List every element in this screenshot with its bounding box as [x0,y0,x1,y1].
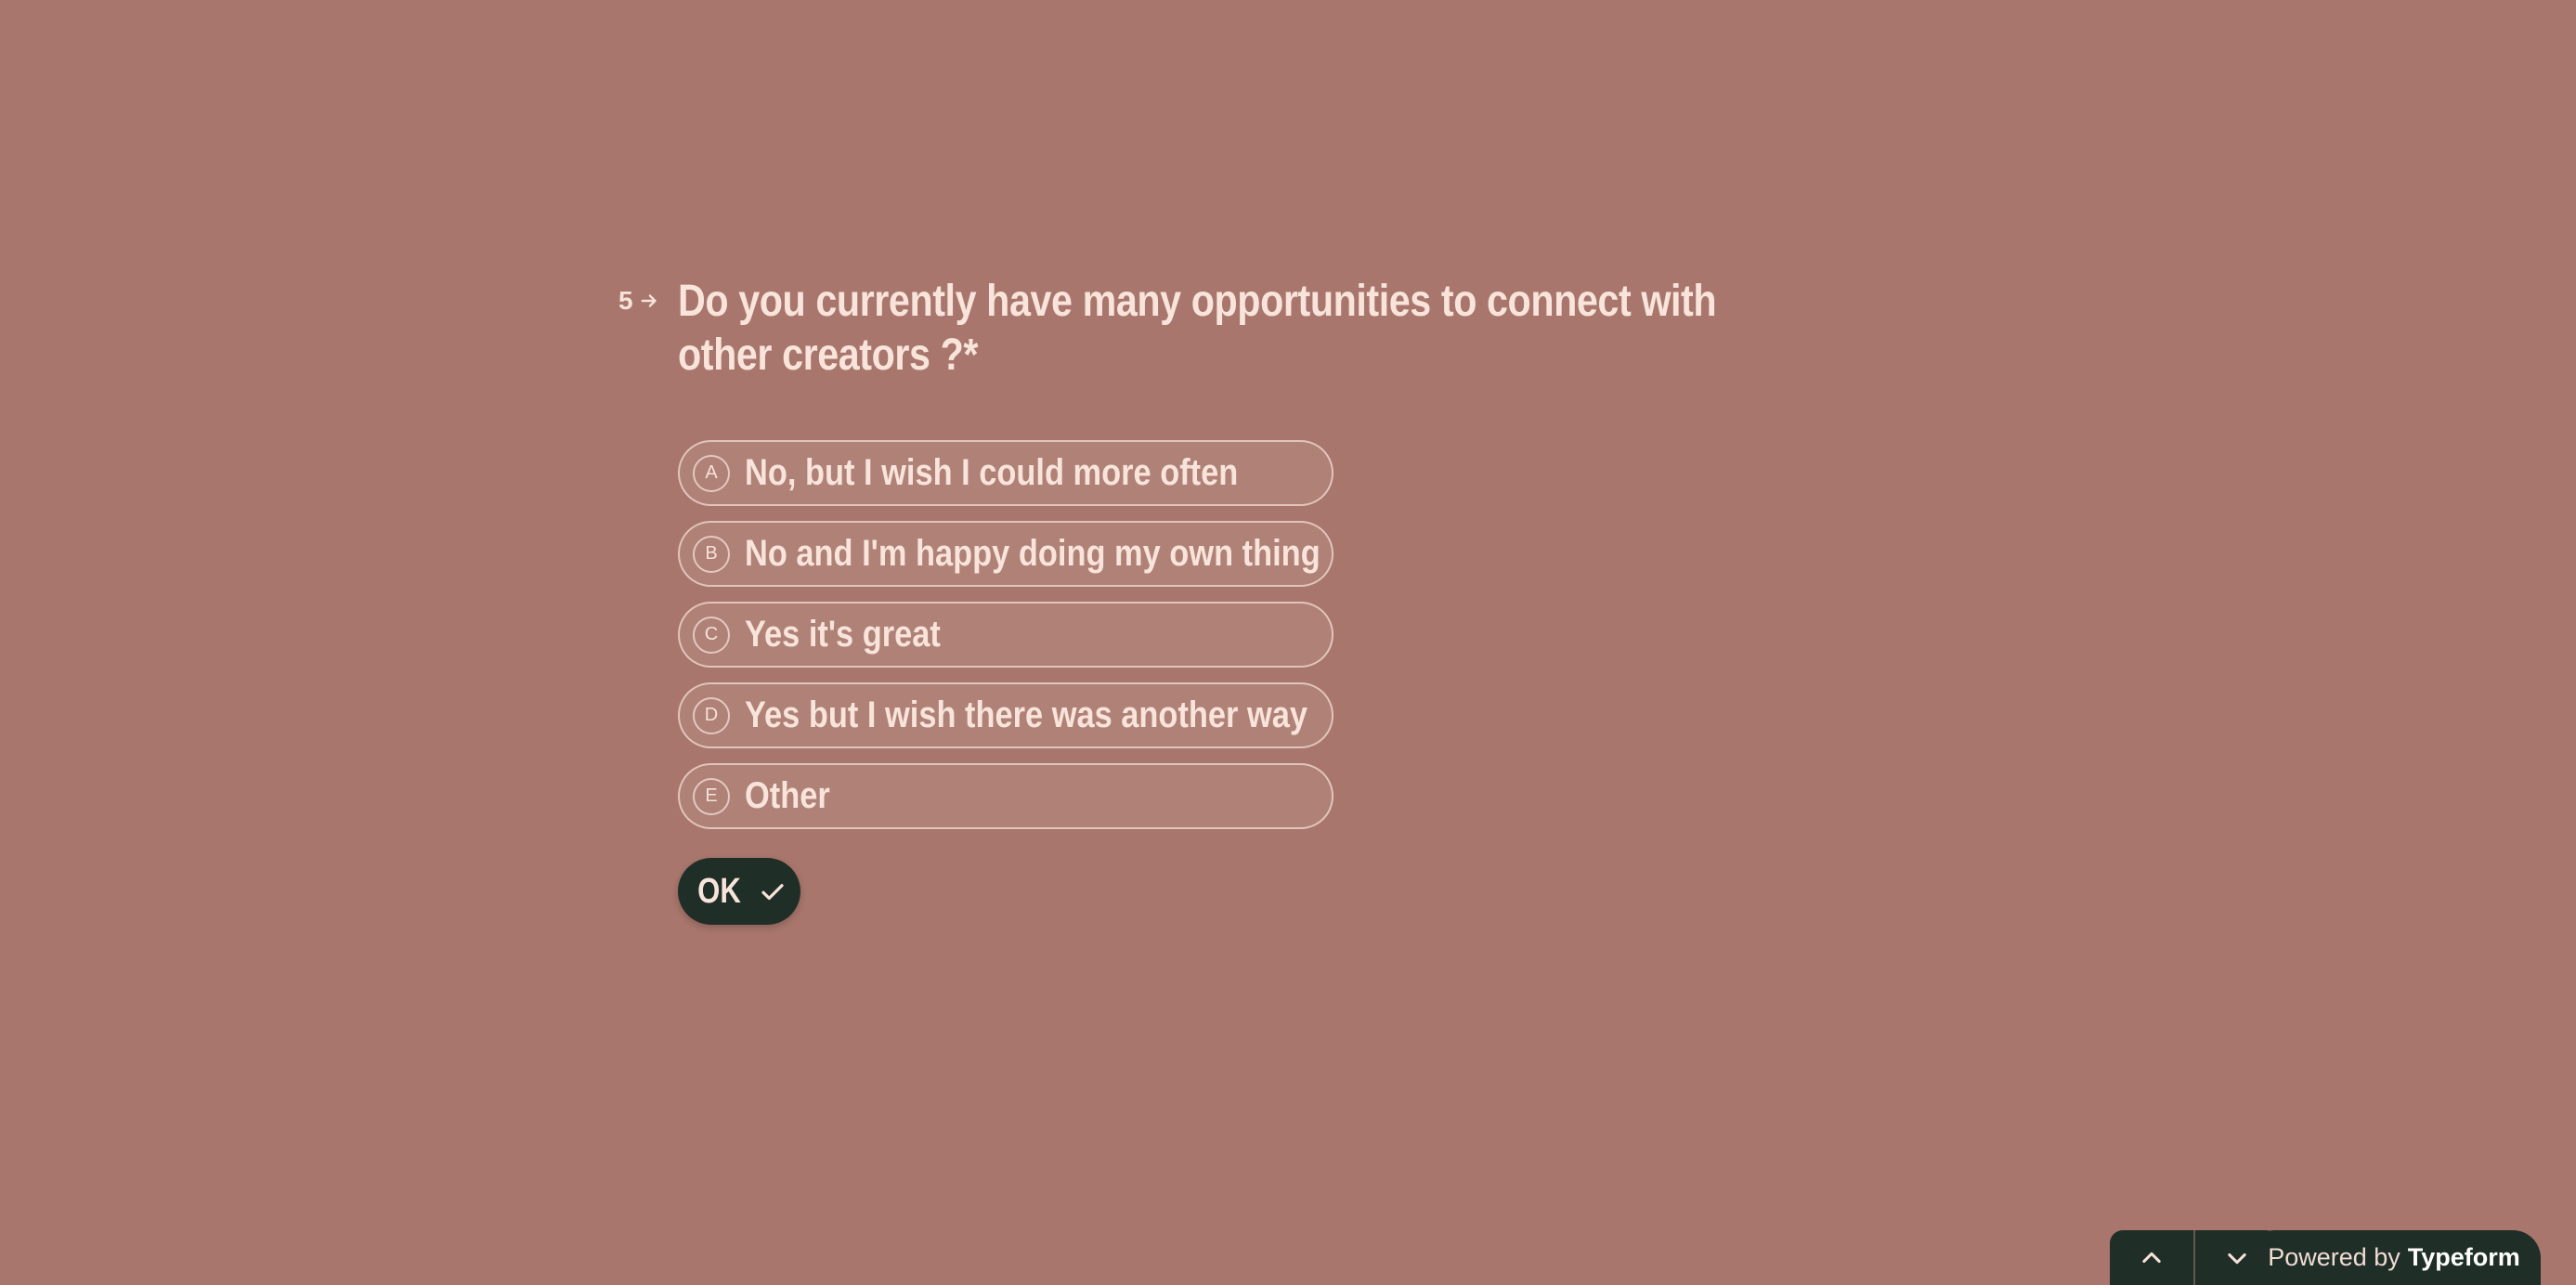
nav-divider [2193,1230,2195,1285]
question-number: 5 [618,286,659,316]
option-key-badge: E [693,777,730,815]
question-title: Do you currently have many opportunities… [678,277,1717,380]
option-c[interactable]: C Yes it's great [678,602,1334,668]
option-b[interactable]: B No and I'm happy doing my own thing [678,521,1334,587]
option-label: No, but I wish I could more often [745,452,1239,493]
answer-options: A No, but I wish I could more often B No… [678,440,1334,844]
ok-button-label: OK [696,871,741,911]
option-e[interactable]: E Other [678,763,1334,829]
previous-question-button[interactable] [2110,1230,2193,1285]
option-label: No and I'm happy doing my own thing [745,533,1321,574]
option-key-badge: D [693,696,730,734]
ok-button[interactable]: OK [678,858,800,925]
option-key-badge: B [693,535,730,573]
arrow-right-icon [641,294,657,307]
checkmark-icon [761,884,784,901]
option-key-badge: C [693,616,730,654]
powered-by-prefix: Powered by [2268,1243,2400,1271]
chevron-up-icon [2142,1252,2161,1263]
option-label: Yes but I wish there was another way [745,694,1308,735]
option-label: Other [745,775,830,816]
option-a[interactable]: A No, but I wish I could more often [678,440,1334,506]
option-key-badge: A [693,454,730,492]
powered-by-brand: Typeform [2407,1243,2520,1271]
powered-by-typeform-link[interactable]: Powered by Typeform [2247,1230,2541,1285]
question-number-label: 5 [618,286,633,315]
option-label: Yes it's great [745,614,941,655]
option-d[interactable]: D Yes but I wish there was another way [678,682,1334,748]
chevron-down-icon [2228,1253,2246,1264]
